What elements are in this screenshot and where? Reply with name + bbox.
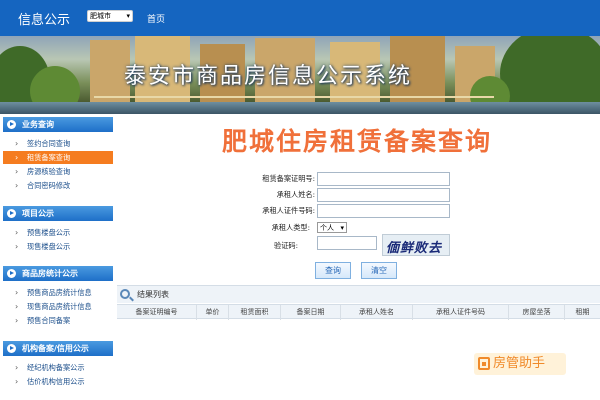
banner-water	[0, 102, 600, 114]
captcha-text: 偭鲜败去	[386, 241, 443, 256]
sidebar-item-label: 签约合同查询	[27, 139, 71, 148]
sidebar-item-label: 现售商品房统计信息	[27, 302, 92, 311]
watermark: 房管助手	[474, 353, 566, 375]
sidebar-section-title: 商品房统计公示	[22, 269, 78, 278]
chevron-right-icon: ›	[15, 167, 19, 176]
home-link[interactable]: 首页	[147, 12, 165, 25]
chevron-right-icon: ›	[15, 363, 19, 372]
sidebar-item-label: 预售合同备案	[27, 316, 71, 325]
chevron-down-icon: ▾	[340, 224, 344, 232]
sidebar: 业务查询 › 签约合同查询 › 租赁备案查询 › 房源核验查询 › 合同密码修改…	[0, 114, 114, 400]
sidebar-section-title: 业务查询	[22, 120, 54, 129]
city-select-value: 肥城市	[90, 12, 111, 20]
sidebar-item-label: 现售楼盘公示	[27, 242, 71, 251]
banner-title: 泰安市商品房信息公示系统	[124, 64, 413, 89]
sidebar-section-agency-credit[interactable]: 机构备案/信用公示	[3, 341, 113, 356]
city-select[interactable]: 肥城市 ▾	[87, 10, 133, 22]
lessee-type-value: 个人	[320, 224, 334, 232]
sidebar-item-label: 预售商品房统计信息	[27, 288, 92, 297]
captcha-label: 验证码:	[274, 241, 298, 250]
column-header: 备案日期	[281, 305, 341, 320]
sidebar-item-label: 估价机构信用公示	[27, 377, 85, 386]
sidebar-item-broker-filing[interactable]: › 经纪机构备案公示	[3, 361, 113, 374]
column-header: 备案证明编号	[117, 305, 197, 320]
chevron-right-icon: ›	[15, 288, 19, 297]
column-header: 承租人姓名	[341, 305, 413, 320]
watermark-text: 房管助手	[493, 356, 546, 371]
chevron-right-icon: ›	[15, 377, 19, 386]
sidebar-item-listing-verify-query[interactable]: › 房源核验查询	[3, 165, 113, 178]
banner: 泰安市商品房信息公示系统	[0, 36, 600, 114]
chevron-right-icon: ›	[15, 139, 19, 148]
arrow-circle-icon	[7, 209, 16, 218]
sidebar-item-contract-query[interactable]: › 签约合同查询	[3, 137, 113, 150]
sidebar-item-label: 合同密码修改	[27, 181, 71, 190]
column-header: 单价	[197, 305, 229, 320]
sidebar-section-project-public[interactable]: 项目公示	[3, 206, 113, 221]
column-header: 租赁面积	[229, 305, 281, 320]
results-title: 结果列表	[137, 290, 169, 299]
chevron-right-icon: ›	[15, 153, 19, 162]
lessee-name-input[interactable]	[317, 188, 450, 202]
chevron-right-icon: ›	[15, 316, 19, 325]
lessee-name-label: 承租人姓名:	[276, 190, 315, 199]
clear-button[interactable]: 清空	[361, 262, 397, 279]
search-icon	[120, 289, 130, 299]
sidebar-item-label: 租赁备案查询	[27, 153, 71, 162]
column-header: 房屋坐落	[509, 305, 565, 320]
captcha-input[interactable]	[317, 236, 377, 250]
lessee-type-select[interactable]: 个人 ▾	[317, 222, 347, 233]
sidebar-item-presale-public[interactable]: › 预售楼盘公示	[3, 226, 113, 239]
sidebar-item-label: 预售楼盘公示	[27, 228, 71, 237]
arrow-circle-icon	[7, 269, 16, 278]
sidebar-item-current-sale-stats[interactable]: › 现售商品房统计信息	[3, 300, 113, 313]
column-header: 租期	[575, 308, 590, 316]
sidebar-section-title: 项目公示	[22, 209, 54, 218]
sidebar-item-presale-contract-filing[interactable]: › 预售合同备案	[3, 314, 113, 327]
query-button[interactable]: 查询	[315, 262, 351, 279]
cert-no-label: 租赁备案证明号:	[262, 174, 315, 183]
sidebar-item-presale-stats[interactable]: › 预售商品房统计信息	[3, 286, 113, 299]
sidebar-section-title: 机构备案/信用公示	[22, 344, 89, 353]
column-header: 承租人证件号码	[413, 305, 509, 320]
sidebar-item-appraisal-credit[interactable]: › 估价机构信用公示	[3, 375, 113, 388]
page-title: 肥城住房租赁备案查询	[221, 127, 492, 156]
sidebar-item-current-sale-public[interactable]: › 现售楼盘公示	[3, 240, 113, 253]
sidebar-item-contract-password[interactable]: › 合同密码修改	[3, 179, 113, 192]
chevron-right-icon: ›	[15, 302, 19, 311]
sidebar-section-statistics[interactable]: 商品房统计公示	[3, 266, 113, 281]
results-table-header: 备案证明编号 单价 租赁面积 备案日期 承租人姓名 承租人证件号码 房屋坐落 租…	[117, 304, 600, 320]
sidebar-item-label: 经纪机构备案公示	[27, 363, 85, 372]
sidebar-item-label: 房源核验查询	[27, 167, 71, 176]
sidebar-item-lease-filing-query[interactable]: › 租赁备案查询	[3, 151, 113, 164]
chevron-right-icon: ›	[15, 242, 19, 251]
chevron-down-icon: ▾	[126, 12, 130, 20]
arrow-circle-icon	[7, 120, 16, 129]
sidebar-section-business-query[interactable]: 业务查询	[3, 117, 113, 132]
lessee-id-label: 承租人证件号码:	[262, 206, 315, 215]
top-bar: 信息公示 肥城市 ▾ 首页	[0, 0, 600, 36]
lessee-id-input[interactable]	[317, 204, 450, 218]
chat-icon	[478, 357, 490, 370]
cert-no-input[interactable]	[317, 172, 450, 186]
lessee-type-label: 承租人类型:	[271, 223, 310, 232]
chevron-right-icon: ›	[15, 228, 19, 237]
arrow-circle-icon	[7, 344, 16, 353]
banner-railing	[94, 96, 494, 98]
site-title: 信息公示	[18, 13, 71, 28]
chevron-right-icon: ›	[15, 181, 19, 190]
results-panel-header: 结果列表	[117, 285, 600, 303]
captcha-image[interactable]: 偭鲜败去	[382, 234, 450, 256]
